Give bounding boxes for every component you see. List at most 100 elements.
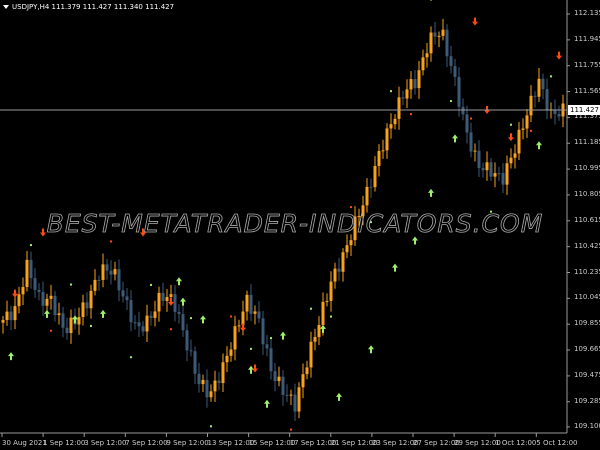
down-arrow-icon	[12, 289, 18, 298]
candle-body	[445, 29, 449, 57]
candle-body	[105, 264, 109, 271]
time-tick-label: 27 Sep 12:00	[413, 439, 460, 447]
up-arrow-icon	[428, 188, 434, 197]
candle-body	[193, 351, 197, 374]
up-arrow-icon	[8, 352, 14, 361]
candle-body	[49, 295, 53, 299]
candle-body	[101, 264, 105, 280]
watermark: BEST-METATRADER-INDICATORS.COM	[47, 209, 544, 238]
price-tick-label: 110.995	[574, 164, 600, 173]
up-arrow-icon	[264, 399, 270, 408]
price-tick-label: 110.425	[574, 241, 600, 250]
price-tick-label: 112.135	[574, 9, 600, 17]
candle-body	[149, 315, 153, 318]
up-arrow-icon	[44, 309, 50, 318]
candle-body	[253, 311, 257, 314]
candle-body	[309, 341, 313, 368]
time-tick-label: 3 Sep 12:00	[84, 439, 127, 447]
candle-body	[365, 186, 369, 206]
signal-dot	[470, 117, 472, 120]
candle-body	[509, 157, 513, 164]
dropdown-triangle-icon[interactable]	[3, 5, 9, 9]
ohlc-high: 111.427	[82, 3, 112, 11]
candle-body	[177, 311, 181, 315]
candle-body	[429, 32, 433, 54]
time-tick-label: 1 Sep 12:00	[43, 439, 86, 447]
candle-body	[61, 313, 65, 328]
candle-body	[129, 300, 133, 323]
price-tick-label: 109.285	[574, 396, 600, 405]
candle-body	[541, 78, 545, 90]
signal-dot	[70, 283, 72, 286]
candle-body	[245, 294, 249, 312]
candle-body	[81, 302, 85, 318]
candle-body	[465, 114, 469, 133]
candle-body	[269, 348, 273, 372]
candle-body	[185, 330, 189, 351]
candle-body	[125, 296, 129, 301]
candle-body	[273, 371, 277, 382]
candle-body	[461, 106, 465, 115]
time-tick-label: 17 Sep 12:00	[289, 439, 337, 447]
candle-body	[477, 150, 481, 169]
candle-body	[17, 294, 21, 307]
candle-body	[197, 373, 201, 385]
candle-body	[369, 186, 373, 188]
price-tick-label: 111.185	[574, 138, 600, 147]
candle-body	[201, 379, 205, 385]
candle-body	[117, 269, 121, 291]
price-tick-label: 109.665	[574, 345, 600, 354]
up-arrow-icon	[320, 324, 326, 333]
time-tick-label: 13 Sep 12:00	[207, 439, 255, 447]
candle-body	[25, 259, 29, 288]
candle-body	[289, 394, 293, 396]
chart-header: USDJPY,H4 111.379 111.427 111.340 111.42…	[3, 3, 174, 11]
signal-dot	[530, 129, 532, 132]
down-arrow-icon	[40, 228, 46, 237]
candle-body	[1, 319, 5, 323]
candle-body	[221, 362, 225, 384]
price-tick-label: 111.945	[574, 34, 600, 43]
candle-body	[433, 32, 437, 37]
candle-body	[29, 259, 33, 279]
candle-body	[409, 79, 413, 90]
candle-body	[401, 97, 405, 99]
up-arrow-icon	[392, 263, 398, 272]
signal-dot	[550, 75, 552, 78]
candle-body	[325, 300, 329, 302]
candle-body	[145, 315, 149, 332]
candle-body	[557, 114, 561, 117]
candle-body	[213, 380, 217, 392]
candle-body	[249, 294, 253, 314]
candle-body	[265, 344, 269, 349]
candle-body	[393, 118, 397, 125]
candle-body	[233, 326, 237, 350]
candle-body	[381, 150, 385, 152]
candle-body	[425, 53, 429, 58]
signal-dot	[50, 329, 52, 332]
candle-body	[473, 150, 477, 152]
candle-body	[489, 162, 493, 177]
candle-body	[133, 322, 137, 324]
signal-dot	[30, 244, 32, 247]
price-tick-label: 109.855	[574, 319, 600, 328]
candle-body	[65, 327, 69, 333]
price-tick-label: 109.100	[574, 421, 600, 430]
signal-dot	[150, 283, 152, 286]
signal-dot	[190, 317, 192, 320]
candle-body	[113, 269, 117, 275]
signal-dot	[350, 206, 352, 209]
time-tick-label: 15 Sep 12:00	[248, 439, 296, 447]
signal-dot	[510, 123, 512, 126]
signal-dot	[390, 90, 392, 93]
candle-body	[261, 318, 265, 345]
signal-dot	[310, 307, 312, 310]
signal-dot	[410, 113, 412, 116]
signal-dot	[170, 328, 172, 331]
candle-body	[481, 168, 485, 171]
up-arrow-icon	[176, 277, 182, 286]
price-chart[interactable]: BEST-METATRADER-INDICATORS.COM	[0, 0, 600, 450]
candle-body	[157, 292, 161, 312]
down-arrow-icon	[472, 17, 478, 26]
candle-body	[517, 129, 521, 154]
